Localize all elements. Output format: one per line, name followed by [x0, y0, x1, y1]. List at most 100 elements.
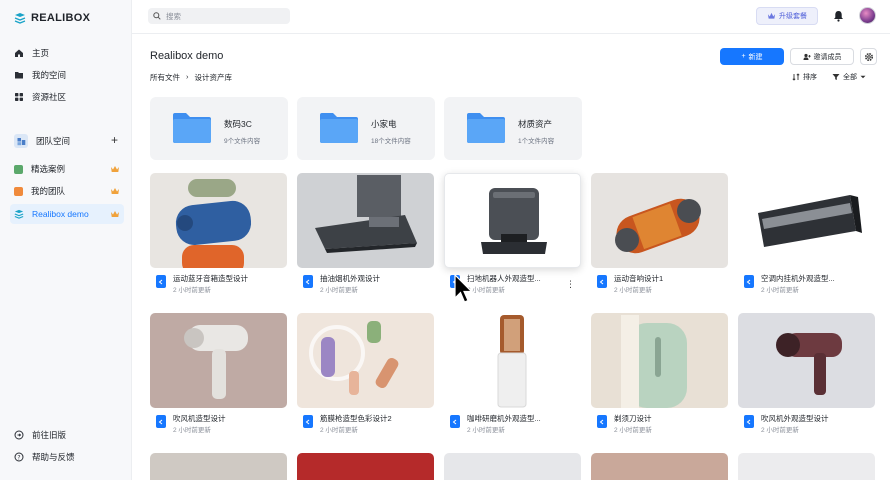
breadcrumb-separator: ›: [186, 72, 189, 81]
file-thumbnail[interactable]: [150, 453, 287, 480]
file-meta: 空调内挂机外观造型... 2 小时前更新: [738, 273, 875, 301]
avatar[interactable]: [859, 7, 876, 24]
upgrade-label: 升级套餐: [779, 13, 807, 20]
file-thumbnail[interactable]: [591, 173, 728, 268]
file-thumbnail[interactable]: [591, 453, 728, 480]
file-card[interactable]: 剃须刀设计 2 小时前更新: [591, 313, 728, 441]
more-options-icon[interactable]: ⋮: [566, 280, 575, 289]
file-thumbnail[interactable]: [297, 313, 434, 408]
file-card[interactable]: 吹风机造型设计 2 小时前更新: [150, 313, 287, 441]
folder-name: 小家电: [371, 119, 397, 129]
sidebar-item-label: 我的空间: [32, 70, 67, 80]
user-add-icon: [803, 53, 811, 60]
realibox-logo-icon: [14, 209, 24, 219]
speaker-thumbnail-image: [175, 179, 252, 268]
crown-icon: [111, 166, 119, 172]
sort-control[interactable]: 排序: [792, 72, 817, 82]
team-section-label: 团队空间: [36, 136, 71, 146]
sidebar-item-my-space[interactable]: 我的空间: [10, 65, 124, 85]
folder-card[interactable]: 数码3C 9个文件内容: [150, 97, 288, 160]
file-card[interactable]: 抽油烟机外观设计 2 小时前更新: [297, 173, 434, 301]
file-name: 筋膜枪造型色彩设计2: [320, 414, 392, 423]
file-meta: 运动蓝牙音箱造型设计 2 小时前更新: [150, 273, 287, 301]
file-card[interactable]: 空调内挂机外观造型... 2 小时前更新: [738, 173, 875, 301]
sidebar-item-label: 资源社区: [32, 92, 67, 102]
file-name: 运动蓝牙音箱造型设计: [173, 274, 248, 283]
folder-icon: [320, 113, 358, 143]
range-hood-thumbnail-image: [315, 175, 417, 253]
crown-icon: [767, 12, 776, 19]
file-meta: 吹风机造型设计 2 小时前更新: [150, 413, 287, 441]
file-card[interactable]: 运动音响设计1 2 小时前更新: [591, 173, 728, 301]
file-thumbnail[interactable]: [444, 453, 581, 480]
file-thumbnail[interactable]: [591, 313, 728, 408]
file-thumbnail[interactable]: [738, 453, 875, 480]
sidebar: REALIBOX 主页 我的空间 资源社区 团队空间 + 精选案例 我的团队 R…: [0, 0, 132, 480]
file-type-icon: [156, 415, 166, 428]
sort-icon: [792, 73, 800, 81]
sidebar-item-featured[interactable]: 精选案例: [10, 159, 124, 179]
file-thumbnail[interactable]: [297, 173, 434, 268]
folder-name: 材质资产: [518, 119, 553, 129]
file-card[interactable]: 咖啡研磨机外观造型... 2 小时前更新: [444, 313, 581, 441]
sidebar-item-home[interactable]: 主页: [10, 43, 124, 63]
sidebar-item-help[interactable]: ? 帮助与反馈: [10, 447, 124, 467]
plus-icon[interactable]: +: [111, 133, 118, 147]
logo[interactable]: REALIBOX: [14, 12, 90, 24]
file-card[interactable]: 筋膜枪造型色彩设计2 2 小时前更新: [297, 313, 434, 441]
sidebar-item-realibox-demo[interactable]: Realibox demo: [10, 204, 124, 224]
breadcrumb-item-all-files[interactable]: 所有文件: [150, 72, 180, 83]
sidebar-item-old-version[interactable]: 前往旧版: [10, 425, 124, 445]
new-button[interactable]: + 新建: [720, 48, 784, 65]
sidebar-item-label: 我的团队: [31, 186, 66, 196]
file-time: 2 小时前更新: [761, 427, 799, 434]
breadcrumb-item-current: 设计资产库: [194, 73, 233, 82]
file-name: 剃须刀设计: [614, 414, 652, 423]
folder-icon: [467, 113, 505, 143]
sidebar-item-my-team[interactable]: 我的团队: [10, 181, 124, 201]
svg-text:?: ?: [17, 454, 20, 461]
search-icon: [153, 12, 161, 20]
robot-vacuum-thumbnail-image: [481, 188, 547, 254]
file-thumbnail[interactable]: [150, 313, 287, 408]
file-thumbnail[interactable]: [738, 313, 875, 408]
file-name: 空调内挂机外观造型...: [761, 274, 835, 283]
folder-card[interactable]: 小家电 18个文件内容: [297, 97, 435, 160]
file-card[interactable]: 吹风机外观造型设计 2 小时前更新: [738, 313, 875, 441]
file-meta: 吹风机外观造型设计 2 小时前更新: [738, 413, 875, 441]
sort-label: 排序: [803, 74, 817, 81]
coffee-grinder-thumbnail-image: [497, 315, 527, 408]
mouse-cursor-icon: [454, 274, 473, 303]
file-time: 2 小时前更新: [173, 287, 211, 294]
massage-gun-thumbnail-image: [309, 321, 399, 395]
file-card[interactable]: 运动蓝牙音箱造型设计 2 小时前更新: [150, 173, 287, 301]
file-type-icon: [450, 415, 460, 428]
file-thumbnail[interactable]: [444, 313, 581, 408]
bell-icon[interactable]: [833, 10, 844, 22]
team-section-header: 团队空间 +: [10, 131, 124, 151]
filter-control[interactable]: 全部: [832, 72, 866, 82]
folder-card[interactable]: 材质资产 1个文件内容: [444, 97, 582, 160]
breadcrumb: 所有文件 › 设计资产库: [150, 72, 232, 83]
file-type-icon: [303, 275, 313, 288]
invite-members-button[interactable]: 邀请成员: [790, 48, 854, 65]
air-conditioner-thumbnail-image: [758, 195, 862, 247]
shaver-thumbnail-image: [621, 315, 687, 408]
upgrade-button[interactable]: 升级套餐: [756, 7, 818, 25]
file-thumbnail[interactable]: [444, 173, 581, 268]
file-thumbnail[interactable]: [738, 173, 875, 268]
search-input[interactable]: [166, 11, 276, 21]
settings-button[interactable]: [860, 48, 877, 65]
file-name: 吹风机造型设计: [173, 414, 226, 423]
folder-name: 数码3C: [224, 119, 252, 129]
gear-icon: [864, 52, 873, 61]
sidebar-item-label: 主页: [32, 48, 50, 58]
file-time: 2 小时前更新: [320, 287, 358, 294]
file-meta: 剃须刀设计 2 小时前更新: [591, 413, 728, 441]
file-thumbnail[interactable]: [150, 173, 287, 268]
file-thumbnail[interactable]: [297, 453, 434, 480]
search-box[interactable]: [148, 8, 290, 24]
team-space-icon: [14, 134, 28, 148]
file-time: 2 小时前更新: [173, 427, 211, 434]
sidebar-item-community[interactable]: 资源社区: [10, 87, 124, 107]
